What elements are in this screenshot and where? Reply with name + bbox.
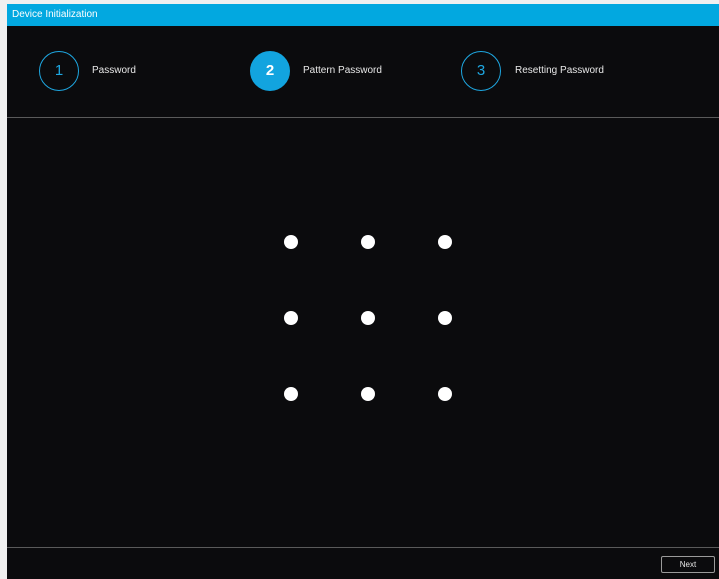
- pattern-dot-6[interactable]: [438, 311, 452, 325]
- step-3-label: Resetting Password: [515, 65, 604, 76]
- pattern-dot-7[interactable]: [284, 387, 298, 401]
- pattern-dot-4[interactable]: [284, 311, 298, 325]
- step-indicator: 1 Password 2 Pattern Password 3 Resettin…: [7, 26, 719, 117]
- pattern-dot-5[interactable]: [361, 311, 375, 325]
- next-button[interactable]: Next: [661, 556, 715, 573]
- step-1-label: Password: [92, 65, 136, 76]
- device-initialization-window: Device Initialization 1 Password 2 Patte…: [7, 4, 719, 579]
- pattern-dot-8[interactable]: [361, 387, 375, 401]
- pattern-dot-9[interactable]: [438, 387, 452, 401]
- step-2-circle: 2: [250, 51, 290, 91]
- pattern-dot-3[interactable]: [438, 235, 452, 249]
- step-3-circle: 3: [461, 51, 501, 91]
- step-1-circle: 1: [39, 51, 79, 91]
- pattern-lock-area[interactable]: [7, 118, 719, 546]
- step-2-label: Pattern Password: [303, 65, 382, 76]
- pattern-dot-2[interactable]: [361, 235, 375, 249]
- title-bar: Device Initialization: [7, 4, 719, 26]
- window-title: Device Initialization: [12, 9, 98, 20]
- footer-bar: Next: [7, 548, 719, 579]
- pattern-dot-1[interactable]: [284, 235, 298, 249]
